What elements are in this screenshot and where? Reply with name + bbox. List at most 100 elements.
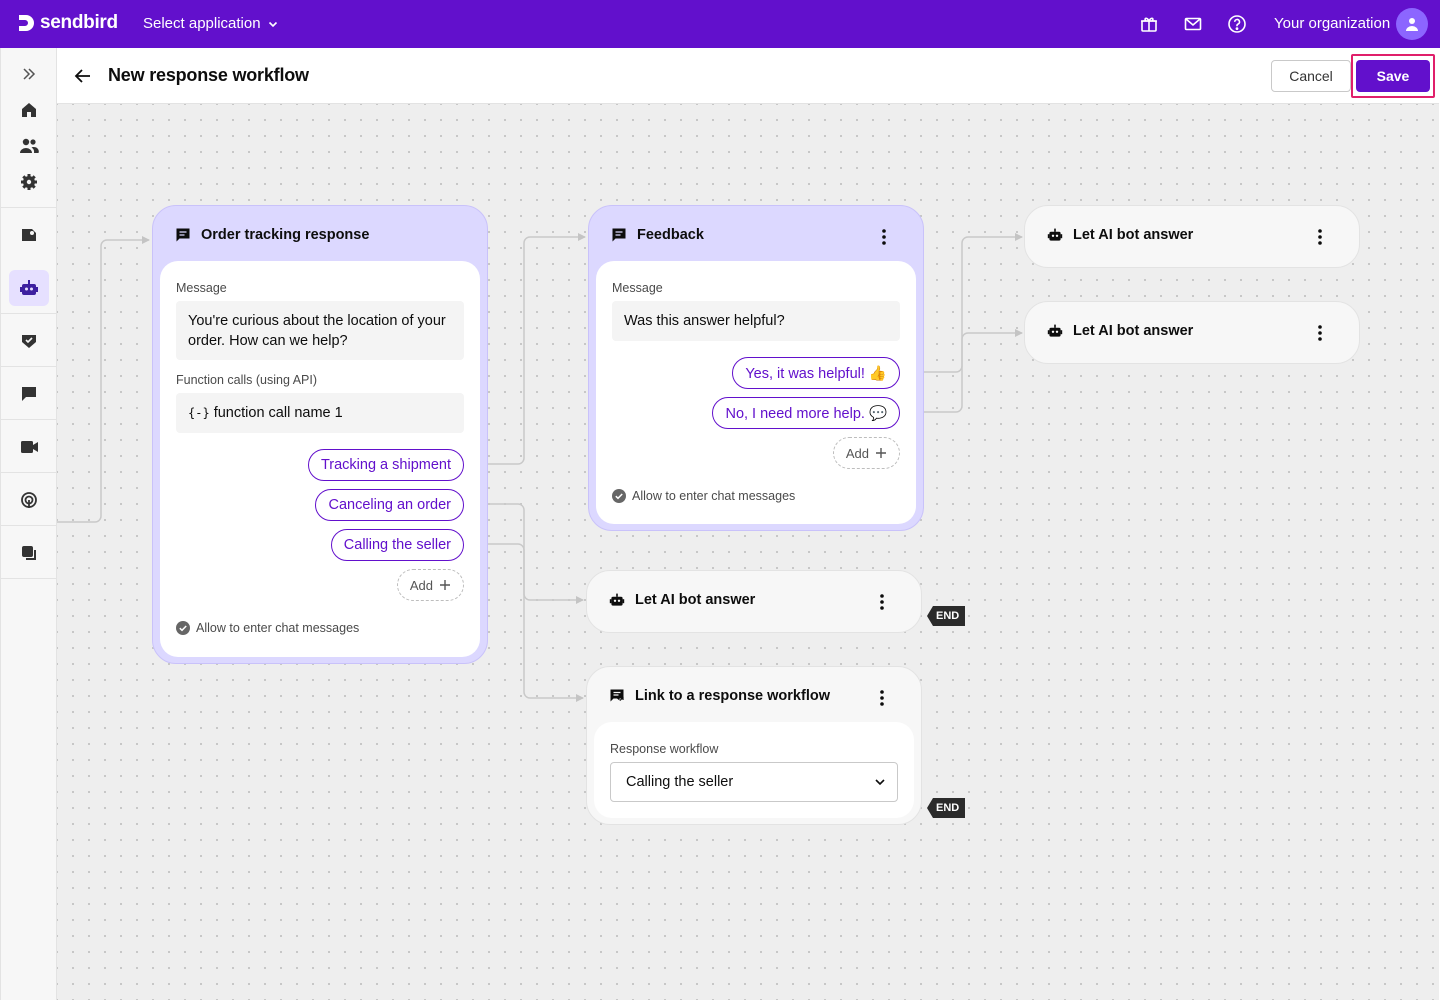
home-icon[interactable] <box>9 92 49 128</box>
gift-icon[interactable] <box>1139 14 1159 34</box>
node-body: Message Was this answer helpful? Yes, it… <box>596 261 916 524</box>
option-chip-no[interactable]: No, I need more help. 💬 <box>712 397 900 429</box>
back-arrow-icon[interactable] <box>73 66 93 86</box>
bot-icon <box>1047 324 1063 337</box>
message-text[interactable]: Was this answer helpful? <box>612 301 900 341</box>
ai-answer-node[interactable]: Let AI bot answer <box>1024 205 1360 268</box>
allow-chat-toggle[interactable]: Allow to enter chat messages <box>612 489 795 503</box>
function-icon: {-} <box>188 406 210 420</box>
left-sidebar <box>0 48 57 1000</box>
calls-icon[interactable] <box>9 429 49 465</box>
ai-answer-node[interactable]: Let AI bot answer <box>1024 301 1360 364</box>
sidebar-divider <box>1 207 57 208</box>
node-header: Let AI bot answer <box>1047 323 1193 339</box>
check-circle-icon <box>612 489 626 503</box>
add-label: Add <box>845 445 869 461</box>
more-options-icon[interactable] <box>1310 227 1330 247</box>
node-title: Feedback <box>637 227 704 243</box>
node-title: Order tracking response <box>201 227 370 243</box>
function-name: function call name 1 <box>213 405 343 421</box>
bot-icon <box>1047 228 1063 241</box>
link-workflow-node[interactable]: Link to a response workflow Response wor… <box>586 666 922 825</box>
end-tag: END <box>927 606 966 626</box>
node-title: Let AI bot answer <box>1073 323 1194 339</box>
node-title: Let AI bot answer <box>635 592 756 608</box>
bot-icon[interactable] <box>9 270 49 306</box>
desk-icon[interactable] <box>9 217 49 253</box>
option-chip-tracking[interactable]: Tracking a shipment <box>307 449 464 481</box>
node-body: Response workflow Calling the seller <box>594 722 914 818</box>
message-label: Message <box>612 281 663 295</box>
page-header: New response workflow Cancel Save <box>57 48 1439 104</box>
avatar[interactable] <box>1396 8 1428 40</box>
add-label: Add <box>409 577 433 593</box>
user-icon <box>1406 18 1418 31</box>
ai-answer-node[interactable]: Let AI bot answer <box>586 570 922 633</box>
help-icon[interactable] <box>1227 14 1247 34</box>
plus-icon <box>440 580 450 590</box>
organization-menu[interactable]: Your organization <box>1274 15 1390 32</box>
settings-icon[interactable] <box>9 164 49 200</box>
expand-icon[interactable] <box>9 56 49 92</box>
plus-icon <box>876 448 886 458</box>
brand-name: sendbird <box>40 12 118 33</box>
chat-icon[interactable] <box>9 376 49 412</box>
messages-icon[interactable] <box>9 535 49 571</box>
link-start-to-order <box>57 236 150 523</box>
link-workflow-icon <box>610 689 624 702</box>
moderation-icon[interactable] <box>9 323 49 359</box>
more-options-icon[interactable] <box>872 688 892 708</box>
node-header: Feedback <box>611 227 704 243</box>
chevron-down-icon <box>268 21 277 27</box>
sidebar-divider <box>1 419 57 420</box>
function-calls-label: Function calls (using API) <box>176 373 318 387</box>
top-bar: sendbird Select application Your organiz… <box>0 0 1440 48</box>
allow-chat-label: Allow to enter chat messages <box>632 489 796 503</box>
function-call-field[interactable]: {-} function call name 1 <box>176 393 464 433</box>
app-select-dropdown[interactable]: Select application <box>143 15 279 32</box>
save-button[interactable]: Save <box>1356 60 1430 92</box>
app-select-label: Select application <box>143 15 261 32</box>
end-tag: END <box>927 798 966 818</box>
sendbird-logo-icon <box>19 15 34 31</box>
node-header: Let AI bot answer <box>1047 227 1193 243</box>
response-workflow-select[interactable]: Calling the seller <box>610 762 898 802</box>
notifications-icon[interactable] <box>9 482 49 518</box>
allow-chat-toggle[interactable]: Allow to enter chat messages <box>176 621 359 635</box>
chevron-down-icon <box>875 779 885 786</box>
allow-chat-label: Allow to enter chat messages <box>196 621 360 635</box>
node-header: Order tracking response <box>175 227 369 243</box>
users-icon[interactable] <box>9 128 49 164</box>
workflow-canvas[interactable]: Order tracking response Message You're c… <box>57 104 1439 1000</box>
sidebar-divider <box>1 366 57 367</box>
mail-icon[interactable] <box>1183 14 1203 34</box>
sidebar-divider <box>1 313 57 314</box>
page-title: New response workflow <box>108 65 309 85</box>
more-options-icon[interactable] <box>1310 323 1330 343</box>
message-text[interactable]: You're curious about the location of you… <box>176 301 464 360</box>
node-title: Link to a response workflow <box>635 688 830 704</box>
more-options-icon[interactable] <box>872 592 892 612</box>
more-options-icon[interactable] <box>874 227 894 247</box>
sendbird-logo[interactable]: sendbird <box>16 12 118 34</box>
selected-workflow: Calling the seller <box>626 774 734 790</box>
sidebar-divider <box>1 472 57 473</box>
bot-icon <box>609 593 625 606</box>
response-workflow-label: Response workflow <box>610 742 719 756</box>
feedback-node[interactable]: Feedback Message Was this answer helpful… <box>588 205 924 531</box>
message-label: Message <box>176 281 227 295</box>
message-icon <box>176 228 190 242</box>
order-tracking-node[interactable]: Order tracking response Message You're c… <box>152 205 488 664</box>
node-header: Let AI bot answer <box>609 592 755 608</box>
add-option-button[interactable]: Add <box>832 437 900 469</box>
add-option-button[interactable]: Add <box>396 569 464 601</box>
check-circle-icon <box>176 621 190 635</box>
node-body: Message You're curious about the locatio… <box>160 261 480 657</box>
option-chip-yes[interactable]: Yes, it was helpful! 👍 <box>732 357 900 389</box>
option-chip-canceling[interactable]: Canceling an order <box>315 489 464 521</box>
sidebar-divider <box>1 578 57 579</box>
node-header: Link to a response workflow <box>609 688 830 704</box>
cancel-button[interactable]: Cancel <box>1271 60 1351 92</box>
node-title: Let AI bot answer <box>1073 227 1194 243</box>
option-chip-calling[interactable]: Calling the seller <box>330 529 464 561</box>
